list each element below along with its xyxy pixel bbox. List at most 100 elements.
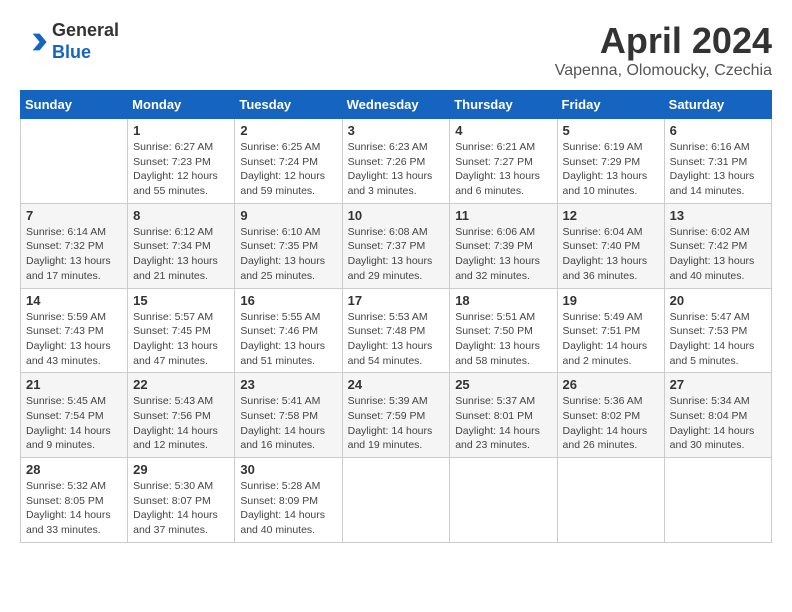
calendar-cell: 4Sunrise: 6:21 AMSunset: 7:27 PMDaylight…	[450, 119, 557, 204]
day-info: Sunrise: 5:28 AMSunset: 8:09 PMDaylight:…	[240, 479, 336, 538]
logo-icon	[20, 28, 48, 56]
calendar-header: SundayMondayTuesdayWednesdayThursdayFrid…	[21, 91, 772, 119]
calendar-cell: 12Sunrise: 6:04 AMSunset: 7:40 PMDayligh…	[557, 203, 664, 288]
day-number: 19	[563, 293, 659, 308]
day-number: 2	[240, 123, 336, 138]
day-info: Sunrise: 5:45 AMSunset: 7:54 PMDaylight:…	[26, 394, 122, 453]
logo-text: General Blue	[52, 20, 119, 63]
week-row-2: 7 Sunrise: 6:14 AMSunset: 7:32 PMDaylight…	[21, 203, 772, 288]
calendar-cell	[21, 119, 128, 204]
calendar-title: April 2024	[555, 20, 772, 62]
day-info: Sunrise: 6:10 AMSunset: 7:35 PMDaylight:…	[240, 225, 336, 284]
calendar-cell: 24Sunrise: 5:39 AMSunset: 7:59 PMDayligh…	[342, 373, 450, 458]
day-info: Sunrise: 5:37 AMSunset: 8:01 PMDaylight:…	[455, 394, 551, 453]
day-info: Sunrise: 5:51 AMSunset: 7:50 PMDaylight:…	[455, 310, 551, 369]
calendar-cell: 13 Sunrise: 6:02 AMSunset: 7:42 PMDayligh…	[664, 203, 771, 288]
day-number: 30	[240, 462, 336, 477]
day-number: 11	[455, 208, 551, 223]
weekday-header-saturday: Saturday	[664, 91, 771, 119]
day-number: 1	[133, 123, 229, 138]
calendar-cell: 1 Sunrise: 6:27 AMSunset: 7:23 PMDaylight…	[128, 119, 235, 204]
day-number: 6	[670, 123, 766, 138]
day-info: Sunrise: 6:14 AMSunset: 7:32 PMDaylight:…	[26, 225, 122, 284]
day-number: 14	[26, 293, 122, 308]
day-number: 17	[348, 293, 445, 308]
calendar-cell: 15 Sunrise: 5:57 AMSunset: 7:45 PMDayligh…	[128, 288, 235, 373]
calendar-cell: 8 Sunrise: 6:12 AMSunset: 7:34 PMDaylight…	[128, 203, 235, 288]
day-number: 26	[563, 377, 659, 392]
logo-general: General	[52, 20, 119, 40]
day-info: Sunrise: 6:25 AMSunset: 7:24 PMDaylight:…	[240, 140, 336, 199]
calendar-cell: 16Sunrise: 5:55 AMSunset: 7:46 PMDayligh…	[235, 288, 342, 373]
calendar-cell: 27 Sunrise: 5:34 AMSunset: 8:04 PMDayligh…	[664, 373, 771, 458]
day-number: 3	[348, 123, 445, 138]
day-number: 13	[670, 208, 766, 223]
day-info: Sunrise: 6:27 AMSunset: 7:23 PMDaylight:…	[133, 140, 229, 199]
calendar-cell: 7 Sunrise: 6:14 AMSunset: 7:32 PMDaylight…	[21, 203, 128, 288]
weekday-row: SundayMondayTuesdayWednesdayThursdayFrid…	[21, 91, 772, 119]
calendar-subtitle: Vapenna, Olomoucky, Czechia	[555, 62, 772, 80]
day-number: 4	[455, 123, 551, 138]
calendar-cell: 10 Sunrise: 6:08 AMSunset: 7:37 PMDayligh…	[342, 203, 450, 288]
day-info: Sunrise: 5:32 AMSunset: 8:05 PMDaylight:…	[26, 479, 122, 538]
calendar-cell: 20Sunrise: 5:47 AMSunset: 7:53 PMDayligh…	[664, 288, 771, 373]
day-number: 10	[348, 208, 445, 223]
day-number: 15	[133, 293, 229, 308]
day-number: 29	[133, 462, 229, 477]
day-number: 5	[563, 123, 659, 138]
week-row-3: 14 Sunrise: 5:59 AMSunset: 7:43 PMDayligh…	[21, 288, 772, 373]
day-number: 7	[26, 208, 122, 223]
calendar-cell	[557, 458, 664, 543]
weekday-header-sunday: Sunday	[21, 91, 128, 119]
day-info: Sunrise: 6:08 AMSunset: 7:37 PMDaylight:…	[348, 225, 445, 284]
day-number: 12	[563, 208, 659, 223]
calendar-cell: 25 Sunrise: 5:37 AMSunset: 8:01 PMDayligh…	[450, 373, 557, 458]
calendar-cell: 23 Sunrise: 5:41 AMSunset: 7:58 PMDayligh…	[235, 373, 342, 458]
calendar-cell: 28 Sunrise: 5:32 AMSunset: 8:05 PMDayligh…	[21, 458, 128, 543]
day-info: Sunrise: 6:16 AMSunset: 7:31 PMDaylight:…	[670, 140, 766, 199]
calendar-cell: 11 Sunrise: 6:06 AMSunset: 7:39 PMDayligh…	[450, 203, 557, 288]
calendar-cell	[342, 458, 450, 543]
day-info: Sunrise: 6:19 AMSunset: 7:29 PMDaylight:…	[563, 140, 659, 199]
calendar-cell	[664, 458, 771, 543]
header: General Blue April 2024 Vapenna, Olomouc…	[20, 20, 772, 80]
calendar-cell: 17Sunrise: 5:53 AMSunset: 7:48 PMDayligh…	[342, 288, 450, 373]
calendar-cell: 6 Sunrise: 6:16 AMSunset: 7:31 PMDaylight…	[664, 119, 771, 204]
day-info: Sunrise: 5:59 AMSunset: 7:43 PMDaylight:…	[26, 310, 122, 369]
calendar-cell: 3 Sunrise: 6:23 AMSunset: 7:26 PMDaylight…	[342, 119, 450, 204]
day-info: Sunrise: 6:12 AMSunset: 7:34 PMDaylight:…	[133, 225, 229, 284]
calendar-body: 1 Sunrise: 6:27 AMSunset: 7:23 PMDaylight…	[21, 119, 772, 543]
day-info: Sunrise: 6:06 AMSunset: 7:39 PMDaylight:…	[455, 225, 551, 284]
day-number: 18	[455, 293, 551, 308]
day-info: Sunrise: 5:55 AMSunset: 7:46 PMDaylight:…	[240, 310, 336, 369]
day-number: 28	[26, 462, 122, 477]
day-number: 25	[455, 377, 551, 392]
calendar-cell: 30 Sunrise: 5:28 AMSunset: 8:09 PMDayligh…	[235, 458, 342, 543]
day-info: Sunrise: 5:49 AMSunset: 7:51 PMDaylight:…	[563, 310, 659, 369]
calendar-cell	[450, 458, 557, 543]
logo: General Blue	[20, 20, 119, 63]
day-number: 23	[240, 377, 336, 392]
day-info: Sunrise: 6:23 AMSunset: 7:26 PMDaylight:…	[348, 140, 445, 199]
weekday-header-monday: Monday	[128, 91, 235, 119]
day-number: 8	[133, 208, 229, 223]
day-number: 27	[670, 377, 766, 392]
weekday-header-tuesday: Tuesday	[235, 91, 342, 119]
calendar-cell: 22Sunrise: 5:43 AMSunset: 7:56 PMDayligh…	[128, 373, 235, 458]
day-info: Sunrise: 5:57 AMSunset: 7:45 PMDaylight:…	[133, 310, 229, 369]
week-row-1: 1 Sunrise: 6:27 AMSunset: 7:23 PMDaylight…	[21, 119, 772, 204]
week-row-4: 21 Sunrise: 5:45 AMSunset: 7:54 PMDayligh…	[21, 373, 772, 458]
calendar-cell: 9Sunrise: 6:10 AMSunset: 7:35 PMDaylight…	[235, 203, 342, 288]
weekday-header-thursday: Thursday	[450, 91, 557, 119]
calendar-cell: 5 Sunrise: 6:19 AMSunset: 7:29 PMDaylight…	[557, 119, 664, 204]
day-number: 24	[348, 377, 445, 392]
weekday-header-friday: Friday	[557, 91, 664, 119]
day-info: Sunrise: 6:02 AMSunset: 7:42 PMDaylight:…	[670, 225, 766, 284]
calendar-cell: 26Sunrise: 5:36 AMSunset: 8:02 PMDayligh…	[557, 373, 664, 458]
calendar-cell: 14 Sunrise: 5:59 AMSunset: 7:43 PMDayligh…	[21, 288, 128, 373]
day-info: Sunrise: 5:34 AMSunset: 8:04 PMDaylight:…	[670, 394, 766, 453]
day-info: Sunrise: 5:41 AMSunset: 7:58 PMDaylight:…	[240, 394, 336, 453]
calendar-cell: 19 Sunrise: 5:49 AMSunset: 7:51 PMDayligh…	[557, 288, 664, 373]
calendar-cell: 18 Sunrise: 5:51 AMSunset: 7:50 PMDayligh…	[450, 288, 557, 373]
day-number: 21	[26, 377, 122, 392]
